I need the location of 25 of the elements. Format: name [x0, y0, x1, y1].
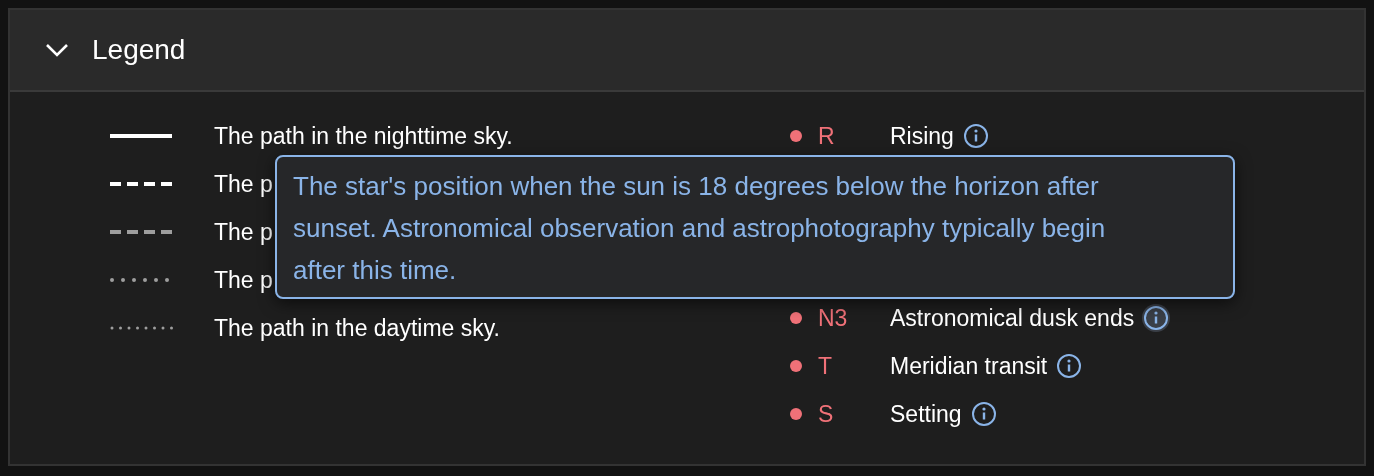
- event-dot: [790, 312, 802, 324]
- info-icon[interactable]: [969, 400, 998, 428]
- event-code: R: [818, 122, 836, 150]
- event-code: T: [818, 352, 834, 380]
- event-code: N3: [818, 304, 849, 332]
- info-icon[interactable]: [1142, 304, 1171, 332]
- path-description: The path in the daytime sky.: [214, 314, 500, 342]
- event-dot: [790, 408, 802, 420]
- info-icon[interactable]: [961, 122, 990, 150]
- tooltip: The star's position when the sun is 18 degrees below the horizon after sunset. Astronomical observation and astrophotography typically begin after this time.: [275, 155, 1235, 299]
- path-description: The p: [214, 266, 273, 294]
- path-description: The p: [214, 170, 273, 198]
- event-label: Rising: [890, 122, 954, 150]
- event-label: Astronomical dusk ends: [890, 304, 1135, 332]
- path-description: The p: [214, 218, 273, 246]
- chevron-icon[interactable]: [44, 42, 70, 58]
- event-dot: [790, 130, 802, 142]
- event-label: Meridian transit: [890, 352, 1048, 380]
- info-icon[interactable]: [1055, 352, 1084, 380]
- event-code: S: [818, 400, 835, 428]
- legend-title: Legend: [92, 34, 186, 66]
- event-label: Setting: [890, 400, 962, 428]
- event-dot: [790, 360, 802, 372]
- legend-header[interactable]: Legend: [10, 10, 1364, 92]
- path-description: The path in the nighttime sky.: [214, 122, 513, 150]
